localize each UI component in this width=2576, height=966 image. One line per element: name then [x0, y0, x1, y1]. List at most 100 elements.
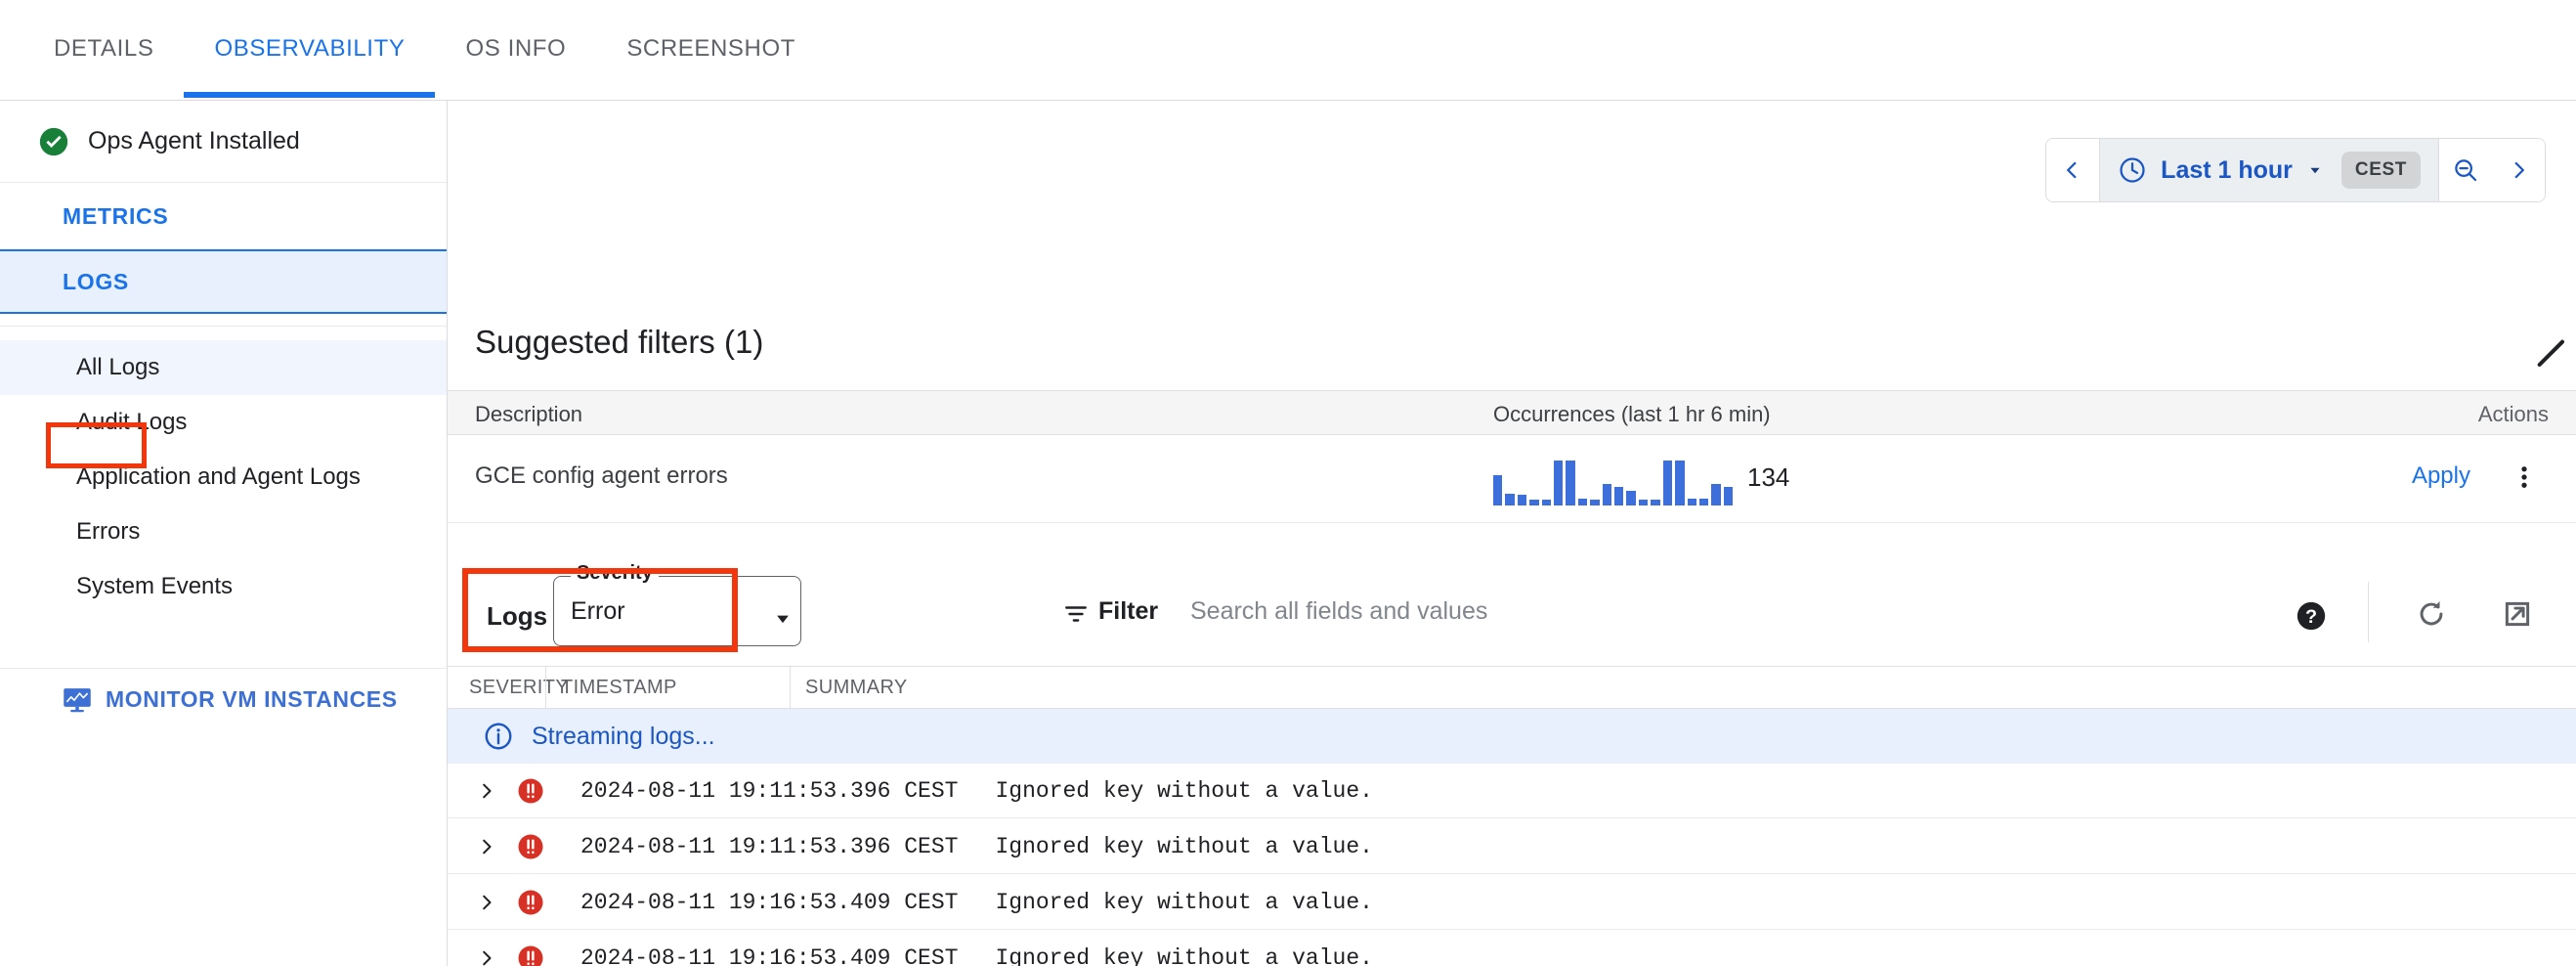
sparkline-bar — [1675, 461, 1684, 505]
header-divider — [790, 667, 791, 709]
filter-icon[interactable] — [1061, 601, 1091, 632]
log-timestamp: 2024-08-11 19:11:53.396 CEST — [580, 778, 958, 804]
tab-label: OS INFO — [465, 35, 566, 63]
sparkline-bar — [1699, 499, 1708, 505]
suggested-filters-title: Suggested filters (1) — [475, 324, 763, 361]
occurrences-count: 134 — [1747, 462, 1789, 493]
sparkline-bar — [1529, 500, 1538, 505]
time-range-toolbar: Last 1 hour CEST — [2045, 138, 2546, 202]
tab-observability[interactable]: OBSERVABILITY — [184, 0, 435, 98]
severity-dropdown-arrow[interactable] — [770, 609, 795, 634]
timezone-chip[interactable]: CEST — [2341, 152, 2421, 189]
row-actions-menu-button[interactable] — [2510, 461, 2539, 499]
more-vert-icon — [2510, 461, 2539, 494]
sidebar-item-label: Errors — [76, 518, 140, 546]
log-table-header: SEVERITY TIMESTAMP SUMMARY — [448, 666, 2576, 709]
help-icon[interactable]: ? — [2295, 599, 2328, 637]
sidebar-section-label: LOGS — [63, 269, 129, 295]
time-range-label: Last 1 hour — [2161, 156, 2293, 185]
tab-label: DETAILS — [54, 35, 153, 63]
column-header-summary: SUMMARY — [805, 677, 908, 699]
sidebar-section-logs[interactable]: LOGS — [0, 249, 447, 314]
sparkline-bar — [1578, 499, 1587, 505]
ops-agent-status-label: Ops Agent Installed — [88, 127, 300, 155]
log-table-row[interactable]: 2024-08-11 19:16:53.409 CEST Ignored key … — [448, 875, 2576, 930]
sparkline-bar — [1566, 461, 1574, 505]
toolbar-divider — [2368, 582, 2369, 642]
sparkline-bar — [1554, 461, 1563, 505]
column-header-description: Description — [475, 402, 582, 427]
suggested-filters-table-header: Description Occurrences (last 1 hr 6 min… — [448, 390, 2576, 435]
logs-label: Logs — [487, 601, 547, 632]
severity-select-value: Error — [571, 597, 625, 626]
streaming-status-label: Streaming logs... — [532, 723, 715, 751]
tab-details[interactable]: DETAILS — [23, 0, 184, 98]
sidebar-item-system-events[interactable]: System Events — [0, 559, 447, 614]
severity-error-icon — [516, 832, 545, 861]
observability-main: Last 1 hour CEST — [448, 100, 2576, 966]
monitor-vm-instances-link[interactable]: MONITOR VM INSTANCES — [0, 668, 447, 726]
streaming-status-row: Streaming logs... — [448, 709, 2576, 764]
sparkline-bar — [1639, 500, 1648, 505]
log-table-row[interactable]: 2024-08-11 19:16:53.409 CESTIgnored key … — [448, 931, 2576, 966]
chevron-right-icon — [477, 779, 496, 803]
observability-page: DETAILS OBSERVABILITY OS INFO SCREENSHOT… — [0, 0, 2576, 966]
time-next-button[interactable] — [2492, 139, 2545, 201]
expand-row-caret-icon[interactable] — [463, 835, 510, 858]
severity-error-icon — [516, 944, 545, 966]
time-prev-button[interactable] — [2046, 139, 2099, 201]
apply-filter-button[interactable]: Apply — [2412, 462, 2470, 490]
sidebar-item-audit-logs[interactable]: Audit Logs — [0, 395, 447, 450]
chevron-down-icon — [770, 609, 795, 629]
severity-select-legend: Severity — [571, 562, 659, 585]
zoom-out-button[interactable] — [2439, 139, 2492, 201]
chevron-right-icon — [477, 946, 496, 966]
log-timestamp: 2024-08-11 19:16:53.409 CEST — [580, 890, 958, 915]
sidebar-item-label: Audit Logs — [76, 409, 187, 436]
header-divider — [545, 667, 546, 709]
severity-error-icon — [516, 776, 545, 806]
column-header-timestamp: TIMESTAMP — [561, 677, 677, 699]
expand-row-caret-icon[interactable] — [463, 891, 510, 914]
sidebar-item-label: System Events — [76, 573, 233, 600]
observability-sidebar: Ops Agent Installed METRICS LOGS All Log… — [0, 100, 448, 966]
clock-icon — [2118, 155, 2147, 185]
sidebar-item-errors[interactable]: Errors — [0, 505, 447, 559]
sidebar-item-all-logs[interactable]: All Logs — [0, 340, 447, 395]
time-range-selector[interactable]: Last 1 hour CEST — [2099, 139, 2439, 201]
suggested-filter-row[interactable]: GCE config agent errors 134 Apply — [448, 435, 2576, 523]
sparkline-bar — [1663, 461, 1672, 505]
column-header-severity: SEVERITY — [469, 677, 569, 699]
filter-description: GCE config agent errors — [475, 462, 728, 490]
filter-lines-icon — [1061, 601, 1091, 627]
expand-row-caret-icon[interactable] — [463, 946, 510, 966]
sparkline-bar — [1724, 487, 1733, 505]
search-input[interactable]: Search all fields and values — [1190, 597, 1487, 626]
log-table-row[interactable]: 2024-08-11 19:11:53.396 CESTIgnored key … — [448, 764, 2576, 818]
sparkline-bar — [1626, 491, 1635, 505]
refresh-icon[interactable] — [2414, 597, 2449, 636]
open-in-new-icon[interactable] — [2500, 597, 2535, 636]
ops-agent-status-row: Ops Agent Installed — [0, 101, 447, 183]
sidebar-section-label: METRICS — [63, 203, 168, 230]
log-timestamp: 2024-08-11 19:16:53.409 CEST — [580, 945, 958, 966]
sidebar-item-label: All Logs — [76, 354, 159, 381]
top-tab-bar: DETAILS OBSERVABILITY OS INFO SCREENSHOT — [0, 0, 2576, 100]
sparkline-bar — [1493, 475, 1502, 505]
sidebar-item-application-and-agent-logs[interactable]: Application and Agent Logs — [0, 450, 447, 505]
filter-button-label[interactable]: Filter — [1098, 597, 1158, 626]
tab-os-info[interactable]: OS INFO — [435, 0, 596, 98]
log-timestamp: 2024-08-11 19:11:53.396 CEST — [580, 834, 958, 859]
chevron-right-icon — [2506, 157, 2531, 183]
tab-screenshot[interactable]: SCREENSHOT — [596, 0, 826, 98]
log-summary: Ignored key without a value. — [995, 890, 1372, 915]
monitor-chart-icon — [63, 687, 92, 713]
help-circle-icon: ? — [2295, 599, 2328, 633]
expand-row-caret-icon[interactable] — [463, 779, 510, 803]
chevron-up-right-icon — [2533, 335, 2572, 374]
sidebar-item-label: Application and Agent Logs — [76, 463, 361, 491]
sidebar-section-metrics[interactable]: METRICS — [0, 183, 447, 249]
refresh-icon — [2414, 597, 2449, 631]
collapse-panel-button[interactable] — [2533, 335, 2572, 379]
log-table-row[interactable]: 2024-08-11 19:11:53.396 CESTIgnored key … — [448, 819, 2576, 874]
